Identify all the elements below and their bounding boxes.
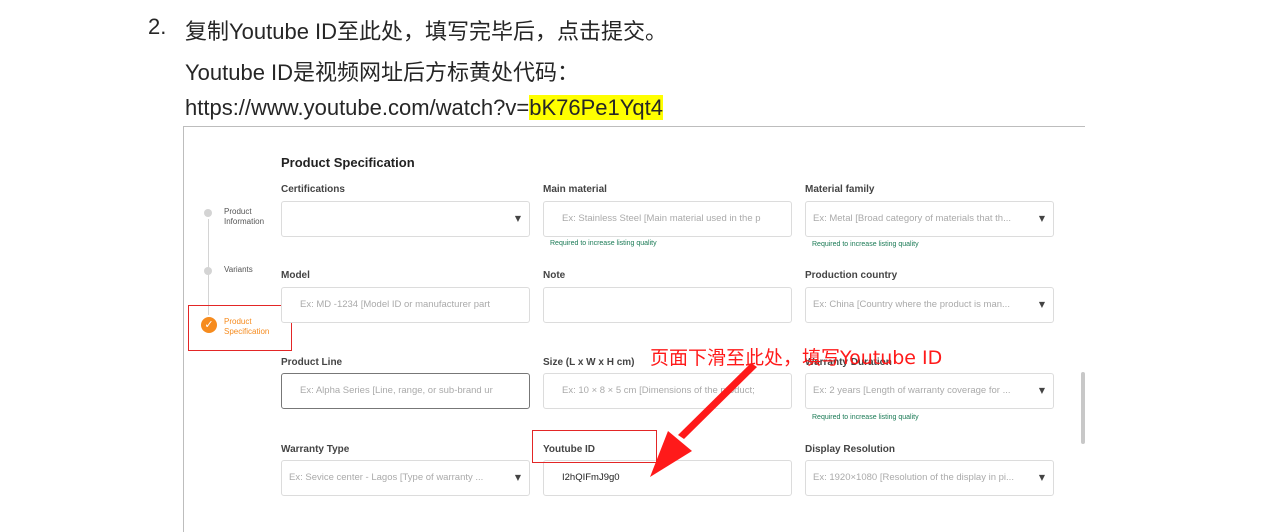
embedded-form-screenshot: Product Information Variants ✓ Product Spe… <box>183 126 1085 532</box>
url-prefix: https://www.youtube.com/watch?v= <box>185 95 530 120</box>
instruction-line-1: 复制Youtube ID至此处，填写完毕后，点击提交。 <box>185 19 668 44</box>
instruction-line-2: Youtube ID是视频网址后方标黄处代码： <box>185 60 580 85</box>
youtube-url: https://www.youtube.com/watch?v=bK76Pe1Y… <box>185 95 663 121</box>
list-number: 2. <box>148 14 167 39</box>
url-highlighted-id: bK76Pe1Yqt4 <box>529 95 663 120</box>
annotation-arrow-icon <box>650 363 757 477</box>
